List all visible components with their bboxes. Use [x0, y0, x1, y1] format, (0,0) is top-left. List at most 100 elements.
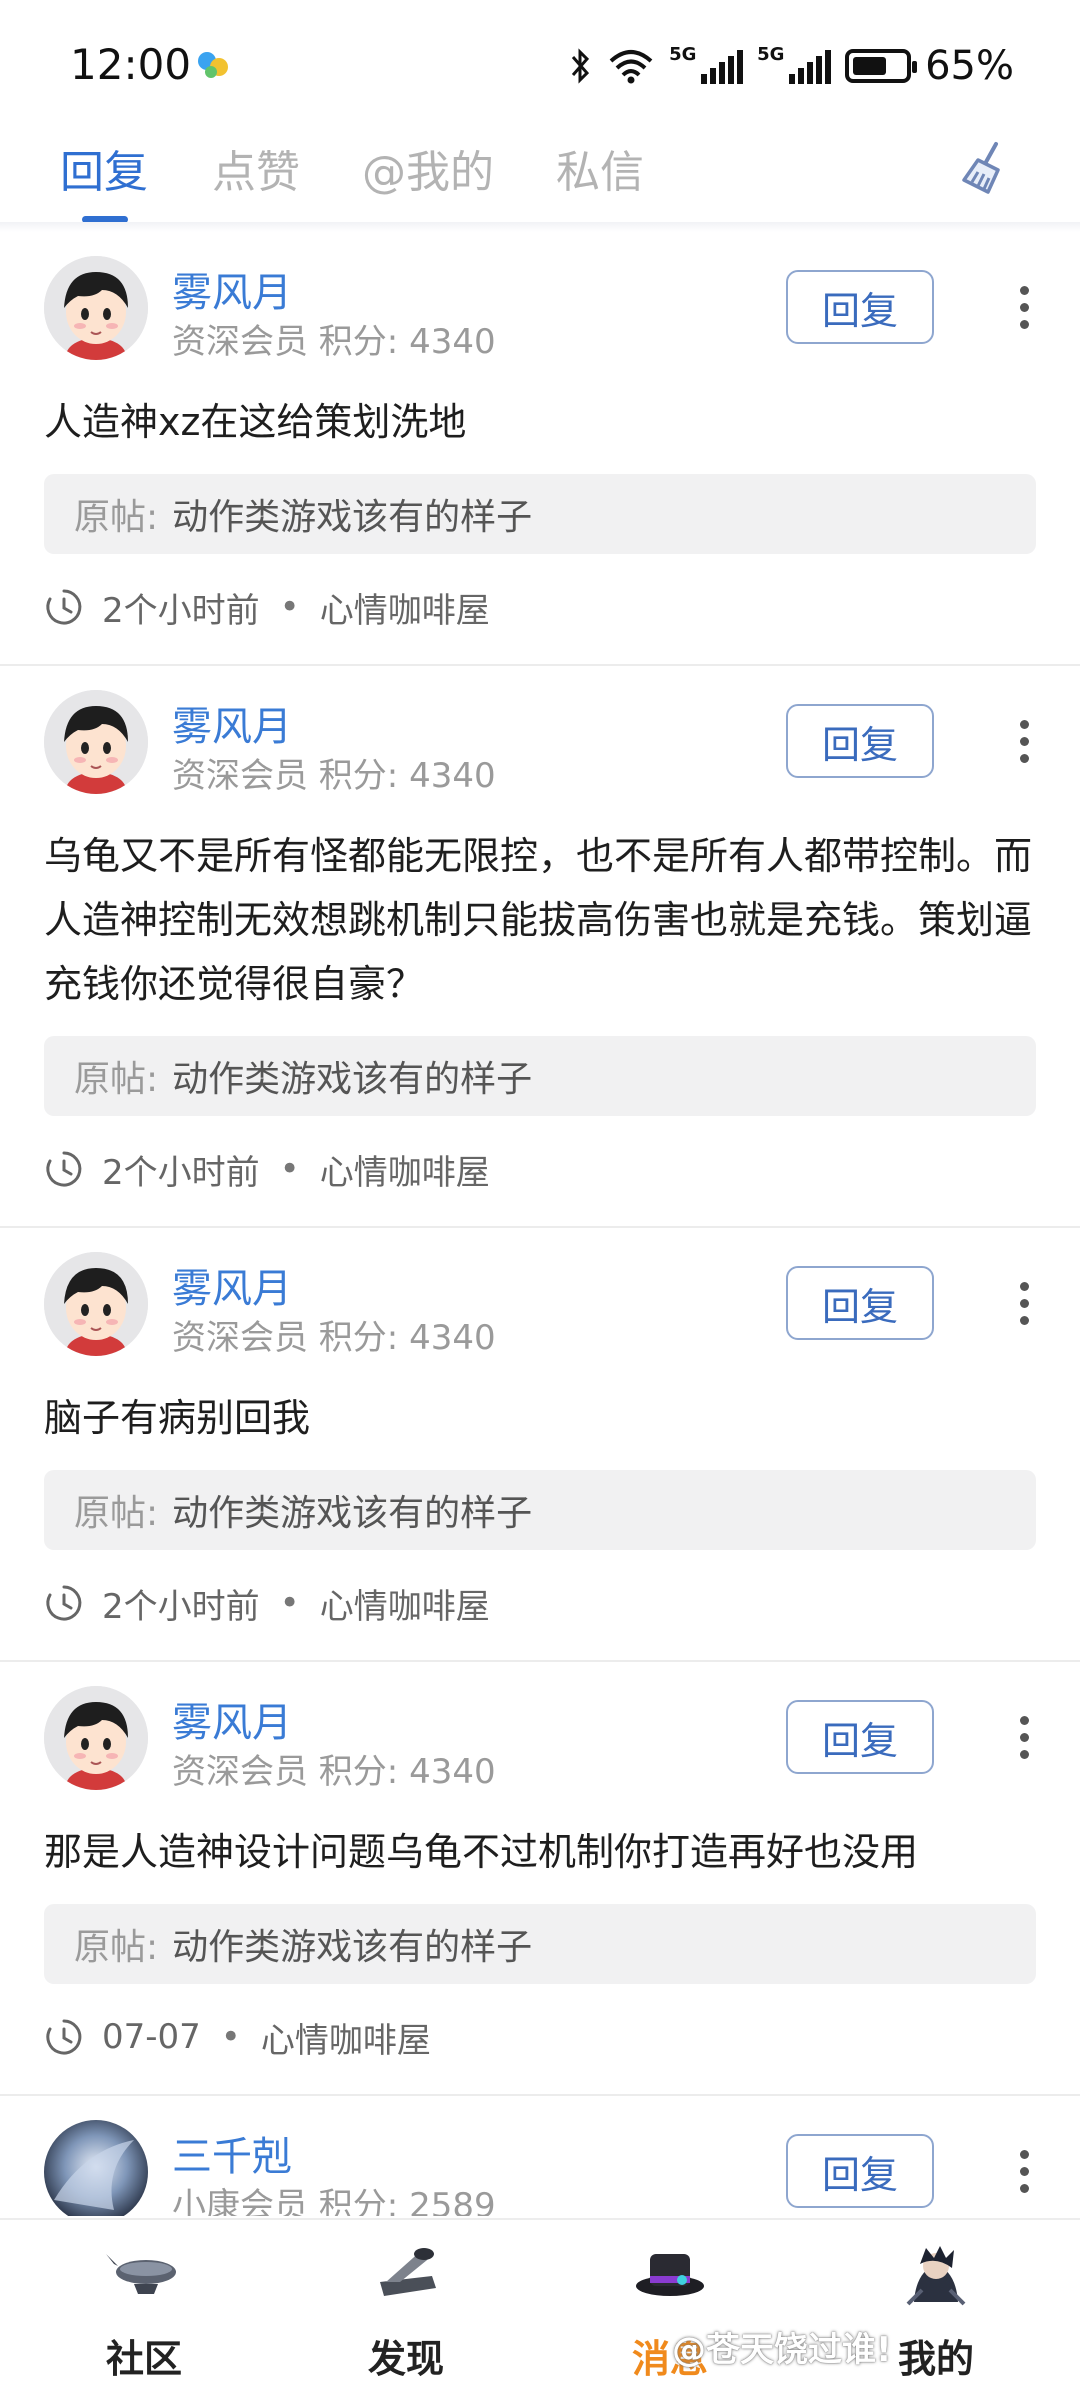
reply-list: 雾风月 资深会员 积分: 4340 回复 人造神xz在这给策划洗地 原帖: 动作…	[0, 232, 1080, 2216]
list-item[interactable]: 雾风月 资深会员 积分: 4340 回复 脑子有病别回我 原帖: 动作类游戏该有…	[0, 1228, 1080, 1662]
original-post-title: 动作类游戏该有的样子	[172, 1927, 533, 1968]
reply-meta: 2个小时前 • 心情咖啡屋	[44, 1145, 1036, 1194]
bottom-navigation: 社区 发现 消息 我的	[0, 2218, 1080, 2398]
nav-discover[interactable]: 发现	[326, 2242, 486, 2383]
original-post-link[interactable]: 原帖: 动作类游戏该有的样子	[44, 1904, 1036, 1984]
header-divider	[0, 222, 1080, 232]
app-notification-icon	[198, 52, 228, 78]
avatar[interactable]	[44, 690, 148, 794]
list-item[interactable]: 雾风月 资深会员 积分: 4340 回复 乌龟又不是所有怪都能无限控，也不是所有…	[0, 666, 1080, 1228]
default-avatar-icon	[44, 256, 148, 360]
bluetooth-icon	[571, 48, 590, 84]
board-name[interactable]: 心情咖啡屋	[261, 2013, 431, 2062]
default-avatar-icon	[44, 690, 148, 794]
more-options-icon[interactable]	[1004, 2134, 1044, 2208]
tab-private-messages[interactable]: 私信	[556, 136, 644, 200]
more-options-icon[interactable]	[1004, 1700, 1044, 1774]
reply-time: 07-07	[102, 2017, 201, 2057]
more-options-icon[interactable]	[1004, 704, 1044, 778]
username[interactable]: 雾风月	[172, 260, 292, 318]
battery-percent: 65%	[925, 43, 1014, 89]
reply-meta: 07-07 • 心情咖啡屋	[44, 2013, 1036, 2062]
original-post-label: 原帖:	[74, 1059, 159, 1100]
reply-button[interactable]: 回复	[786, 1266, 934, 1340]
original-post-title: 动作类游戏该有的样子	[172, 1059, 533, 1100]
user-rank-points: 资深会员 积分: 4340	[172, 1318, 496, 1358]
reply-time: 2个小时前	[102, 1152, 260, 1193]
reply-content[interactable]: 那是人造神设计问题乌龟不过机制你打造再好也没用	[44, 1820, 1034, 1884]
tab-mentions[interactable]: @我的	[362, 136, 494, 200]
meta-separator: •	[220, 2017, 241, 2057]
default-avatar-icon	[44, 1686, 148, 1790]
user-photo-icon	[44, 2120, 148, 2216]
signal-icon-sim2: 5G	[757, 44, 832, 84]
nav-community[interactable]: 社区	[64, 2242, 224, 2383]
clear-all-icon[interactable]	[958, 138, 1018, 198]
username[interactable]: 三千剋	[172, 2124, 292, 2182]
reply-meta: 2个小时前 • 心情咖啡屋	[44, 583, 1036, 632]
board-name[interactable]: 心情咖啡屋	[320, 583, 490, 632]
character-avatar-icon	[906, 2246, 966, 2306]
reply-button[interactable]: 回复	[786, 704, 934, 778]
reply-content[interactable]: 人造神xz在这给策划洗地	[44, 390, 1034, 454]
username[interactable]: 雾风月	[172, 694, 292, 752]
status-time: 12:00	[70, 40, 192, 89]
more-options-icon[interactable]	[1004, 270, 1044, 344]
original-post-link[interactable]: 原帖: 动作类游戏该有的样子	[44, 474, 1036, 554]
original-post-link[interactable]: 原帖: 动作类游戏该有的样子	[44, 1470, 1036, 1550]
original-post-title: 动作类游戏该有的样子	[172, 1493, 533, 1534]
clock-icon	[46, 589, 82, 625]
username[interactable]: 雾风月	[172, 1690, 292, 1748]
reply-content[interactable]: 乌龟又不是所有怪都能无限控，也不是所有人都带控制。而人造神控制无效想跳机制只能拔…	[44, 824, 1034, 1016]
reply-button[interactable]: 回复	[786, 270, 934, 344]
message-tabs: 回复 点赞 @我的 私信	[0, 120, 1080, 224]
clock-icon	[46, 1151, 82, 1187]
list-item[interactable]: 雾风月 资深会员 积分: 4340 回复 人造神xz在这给策划洗地 原帖: 动作…	[0, 232, 1080, 666]
network-type-label: 5G	[757, 44, 785, 65]
board-name[interactable]: 心情咖啡屋	[320, 1579, 490, 1628]
reply-content[interactable]: 脑子有病别回我	[44, 1386, 1034, 1450]
original-post-label: 原帖:	[74, 1493, 159, 1534]
original-post-label: 原帖:	[74, 1927, 159, 1968]
clock-icon	[46, 1585, 82, 1621]
avatar[interactable]	[44, 256, 148, 360]
username[interactable]: 雾风月	[172, 1256, 292, 1314]
network-type-label: 5G	[669, 44, 697, 65]
status-bar: 12:00 5G 5G 65%	[0, 0, 1080, 130]
reply-time: 2个小时前	[102, 1586, 260, 1627]
default-avatar-icon	[44, 1252, 148, 1356]
avatar[interactable]	[44, 1252, 148, 1356]
user-rank-points: 资深会员 积分: 4340	[172, 322, 496, 362]
original-post-title: 动作类游戏该有的样子	[172, 497, 533, 538]
list-item[interactable]: 三千剋 小康会员 积分: 2589 回复	[0, 2096, 1080, 2216]
top-hat-icon	[636, 2254, 704, 2296]
battery-icon	[845, 49, 918, 83]
user-rank-points: 资深会员 积分: 4340	[172, 756, 496, 796]
reply-meta: 2个小时前 • 心情咖啡屋	[44, 1579, 1036, 1628]
board-name[interactable]: 心情咖啡屋	[320, 1145, 490, 1194]
wifi-icon	[609, 50, 653, 84]
list-item[interactable]: 雾风月 资深会员 积分: 4340 回复 那是人造神设计问题乌龟不过机制你打造再…	[0, 1662, 1080, 2096]
avatar[interactable]	[44, 1686, 148, 1790]
user-rank-points: 小康会员 积分: 2589	[172, 2186, 496, 2216]
avatar[interactable]	[44, 2120, 148, 2216]
reply-time: 2个小时前	[102, 590, 260, 631]
original-post-link[interactable]: 原帖: 动作类游戏该有的样子	[44, 1036, 1036, 1116]
watermark-text: @苍天饶过谁!	[672, 2330, 892, 2370]
more-options-icon[interactable]	[1004, 1266, 1044, 1340]
meta-separator: •	[279, 1149, 300, 1189]
nav-label: 社区	[105, 2337, 182, 2381]
tab-likes[interactable]: 点赞	[212, 136, 300, 200]
reply-button[interactable]: 回复	[786, 1700, 934, 1774]
original-post-label: 原帖:	[74, 497, 159, 538]
airship-icon	[106, 2254, 176, 2294]
tab-reply[interactable]: 回复	[60, 136, 148, 200]
signal-icon-sim1: 5G	[669, 44, 744, 84]
nav-label: 发现	[367, 2337, 444, 2381]
meta-separator: •	[279, 587, 300, 627]
reply-button[interactable]: 回复	[786, 2134, 934, 2208]
meta-separator: •	[279, 1583, 300, 1623]
clock-icon	[46, 2019, 82, 2055]
battery-fill	[853, 57, 886, 75]
gramophone-icon	[380, 2248, 436, 2296]
